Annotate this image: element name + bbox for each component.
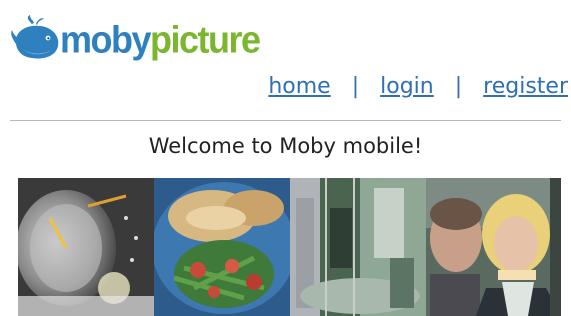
food-plate-photo[interactable] (154, 178, 290, 316)
logo-word-picture: picture (150, 17, 261, 61)
nav-link-home[interactable]: home (268, 74, 330, 99)
interior-photo[interactable] (290, 178, 426, 316)
logo-word-moby: moby (60, 17, 152, 61)
logo[interactable]: mobypicture (10, 12, 261, 68)
nav-link-register[interactable]: register (483, 74, 568, 99)
nav-separator: | (351, 74, 360, 99)
nav-separator: | (454, 74, 463, 99)
page: mobypicture home | login | register Welc… (0, 0, 571, 316)
speedometer-photo[interactable] (18, 178, 154, 316)
people-portrait-photo[interactable] (426, 178, 561, 316)
photo-gallery (18, 178, 561, 316)
logo-wordmark: mobypicture (60, 17, 261, 61)
header-divider (10, 120, 561, 121)
top-nav: home | login | register (268, 74, 568, 99)
nav-link-login[interactable]: login (380, 74, 434, 99)
welcome-heading: Welcome to Moby mobile! (148, 134, 423, 158)
whale-icon (11, 15, 59, 59)
